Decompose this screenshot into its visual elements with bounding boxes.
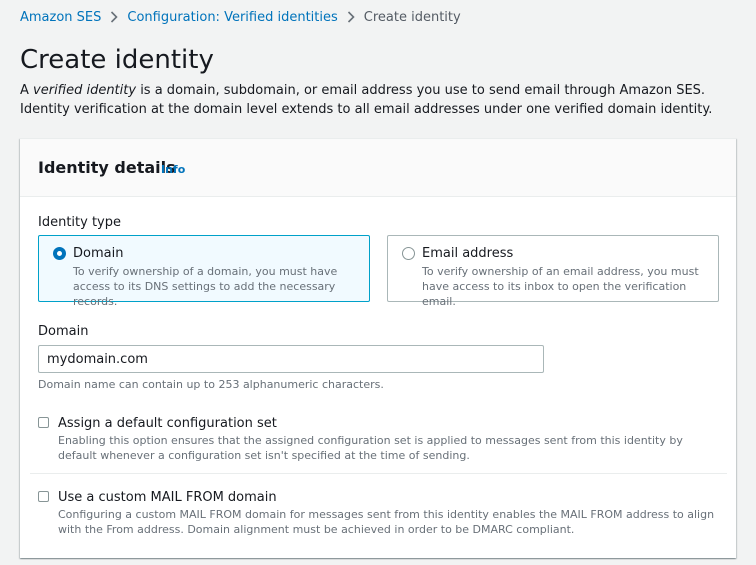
info-link[interactable]: Info	[161, 163, 185, 176]
email-option-title: Email address	[422, 246, 514, 261]
page-description-emphasis: verified identity	[33, 83, 137, 98]
domain-input[interactable]	[38, 345, 544, 373]
mail-from-label[interactable]: Use a custom MAIL FROM domain	[58, 490, 277, 505]
identity-type-label: Identity type	[38, 215, 121, 230]
domain-option-description: To verify ownership of a domain, you mus…	[73, 265, 338, 308]
page-title: Create identity	[20, 45, 214, 75]
mail-from-description: Configuring a custom MAIL FROM domain fo…	[58, 508, 715, 536]
domain-label: Domain	[38, 324, 89, 339]
breadcrumb-verified-identities-link[interactable]: Configuration: Verified identities	[127, 10, 337, 25]
config-set-label[interactable]: Assign a default configuration set	[58, 416, 277, 431]
mail-from-checkbox[interactable]	[38, 491, 49, 502]
page-description-prefix: A	[20, 83, 34, 98]
domain-constraint-text: Domain name can contain up to 253 alphan…	[38, 378, 384, 391]
chevron-right-icon	[110, 11, 119, 23]
identity-type-email-tile[interactable]: Email address To verify ownership of an …	[387, 235, 719, 308]
identity-details-panel: Identity details Info Identity type Doma…	[20, 138, 736, 558]
breadcrumb-current: Create identity	[363, 9, 461, 25]
breadcrumb: Amazon SES Configuration: Verified ident…	[20, 8, 461, 26]
divider	[30, 473, 727, 474]
email-option-description: To verify ownership of an email address,…	[422, 265, 699, 308]
config-set-description: Enabling this option ensures that the as…	[58, 434, 683, 462]
breadcrumb-amazon-ses-link[interactable]: Amazon SES	[20, 10, 101, 25]
page-description: A verified identity is a domain, subdoma…	[20, 81, 742, 119]
email-radio-button[interactable]	[402, 247, 415, 260]
chevron-right-icon	[347, 11, 355, 23]
panel-header: Identity details Info	[20, 139, 736, 197]
identity-type-domain-tile[interactable]: Domain To verify ownership of a domain, …	[38, 235, 370, 308]
domain-radio-button[interactable]	[53, 247, 66, 260]
domain-option-title: Domain	[73, 246, 124, 261]
config-set-checkbox[interactable]	[38, 417, 49, 428]
section-title: Identity details	[38, 158, 176, 177]
